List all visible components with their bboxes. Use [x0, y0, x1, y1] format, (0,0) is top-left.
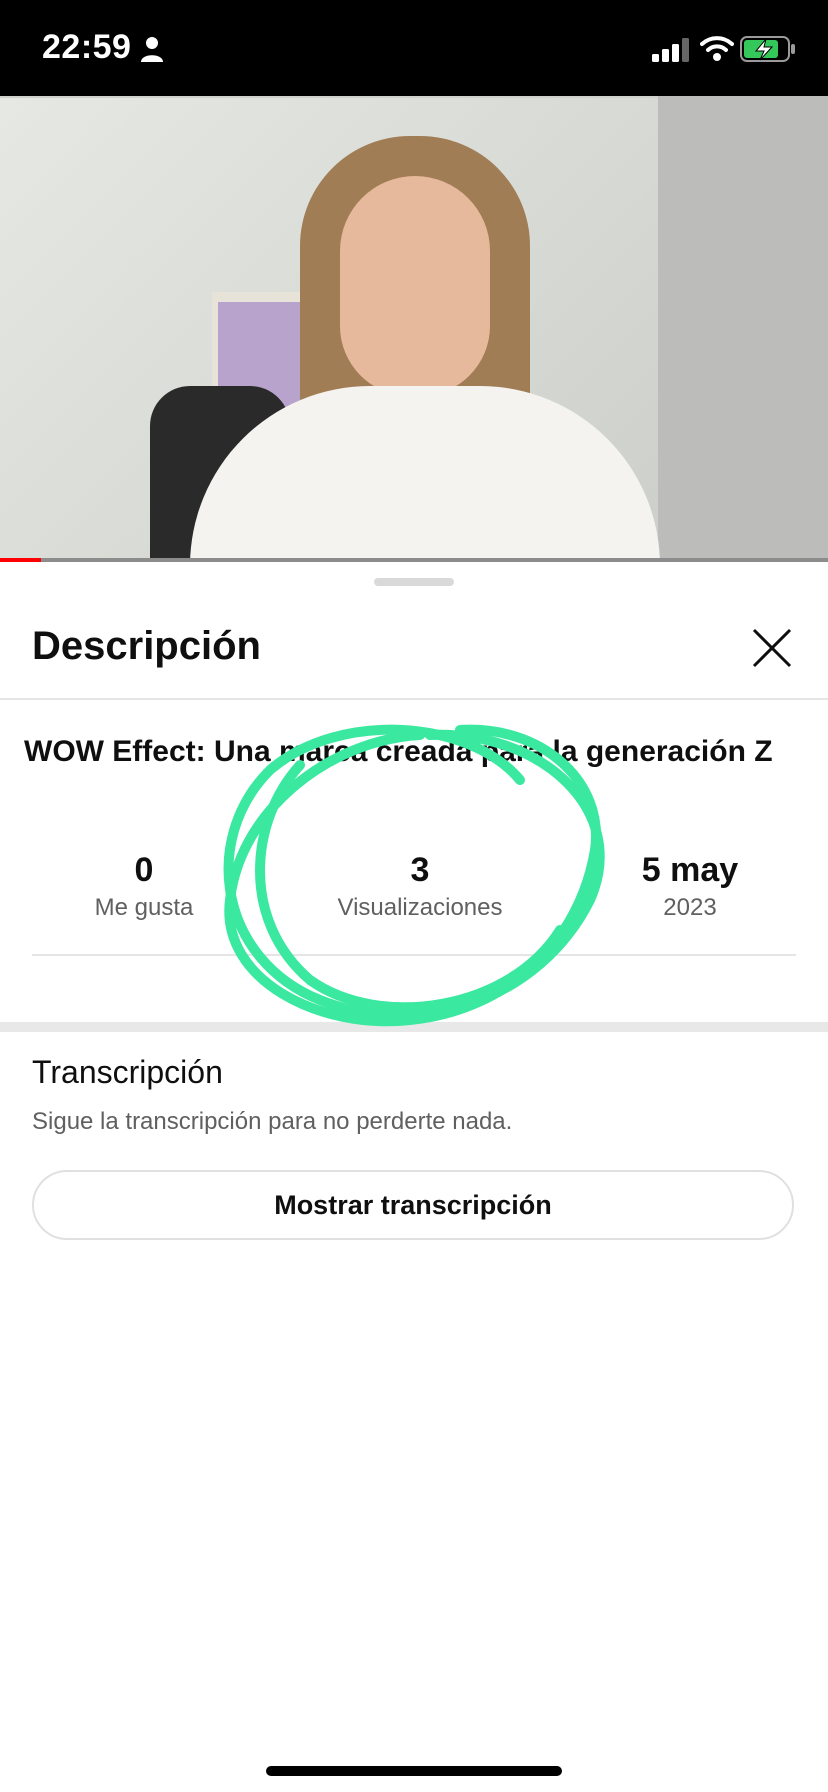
status-time: 22:59 [42, 28, 132, 66]
stat-views: 3 Visualizaciones [300, 850, 540, 924]
video-title: WOW Effect: Una marca creada para la gen… [24, 735, 773, 768]
drag-handle[interactable] [374, 578, 454, 586]
section-divider [0, 1022, 828, 1032]
battery-charging-icon [740, 36, 795, 62]
transcript-title: Transcripción [32, 1054, 223, 1090]
wifi-icon [700, 36, 734, 61]
sheet-title: Descripción [32, 624, 261, 668]
status-bar: 22:59 [0, 0, 828, 96]
stat-date: 5 may 2023 [610, 850, 770, 924]
show-transcript-button[interactable]: Mostrar transcripción [32, 1170, 794, 1240]
stats-divider [32, 954, 796, 956]
upload-date: 5 may [641, 851, 739, 889]
close-icon[interactable] [748, 624, 796, 672]
description-sheet: Descripción WOW Effect: Una marca creada… [0, 562, 828, 1792]
stat-likes: 0 Me gusta [54, 850, 234, 924]
header-divider [0, 698, 828, 700]
likes-count: 0 [134, 851, 154, 889]
transcript-description: Sigue la transcripción para no perderte … [32, 1108, 513, 1135]
video-scene-face [340, 176, 490, 396]
views-label: Visualizaciones [337, 894, 503, 921]
home-indicator[interactable] [266, 1766, 562, 1776]
video-player[interactable] [0, 96, 828, 562]
upload-year: 2023 [663, 894, 717, 921]
likes-label: Me gusta [94, 894, 194, 921]
views-count: 3 [410, 851, 430, 889]
video-scene-wall [658, 96, 828, 562]
person-icon [141, 37, 163, 62]
signal-icon [652, 38, 689, 62]
